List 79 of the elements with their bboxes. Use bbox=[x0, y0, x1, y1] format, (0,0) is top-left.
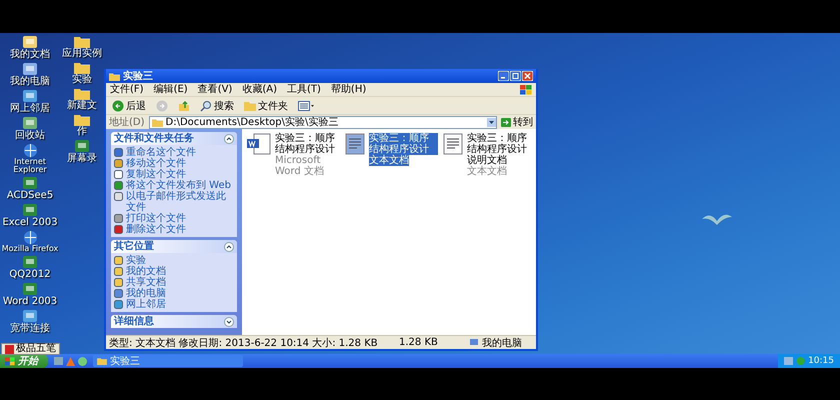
desktop-icon-label[interactable]: Mozilla Firefox bbox=[2, 245, 58, 253]
start-button[interactable]: 开始 bbox=[0, 354, 48, 368]
chevron-icon[interactable] bbox=[224, 316, 234, 326]
up-folder-button[interactable] bbox=[176, 100, 192, 112]
file-type: Microsoft Word 文档 bbox=[275, 155, 325, 177]
file-name[interactable]: 实验三：顺序结构程序设计 bbox=[369, 133, 438, 155]
chevron-icon[interactable] bbox=[224, 242, 234, 252]
desktop-icon-label[interactable]: 宽带连接 bbox=[10, 323, 50, 334]
text-document-icon[interactable] bbox=[344, 133, 366, 155]
panel-header[interactable]: 文件和文件夹任务 bbox=[111, 132, 237, 145]
desktop-icon-label[interactable]: 回收站 bbox=[15, 130, 45, 141]
desktop-icon-label[interactable]: 应用实例 bbox=[62, 48, 102, 59]
address-field[interactable]: D:\Documents\Desktop\实验\实验三 bbox=[148, 116, 497, 128]
menu-item[interactable]: 查看(V) bbox=[198, 84, 232, 96]
task-link[interactable]: 网上邻居 bbox=[126, 299, 166, 310]
go-button[interactable]: 转到 bbox=[501, 115, 533, 129]
desktop-icon-label[interactable]: 我的文档 bbox=[10, 49, 50, 60]
app-icon[interactable] bbox=[22, 282, 38, 296]
folders-button[interactable]: 文件夹 bbox=[242, 98, 290, 112]
task-link[interactable]: 删除这个文件 bbox=[126, 224, 186, 235]
task-link[interactable]: 共享文档 bbox=[126, 277, 166, 288]
desktop-icon-label[interactable]: 实验 bbox=[72, 74, 92, 85]
desktop-icon-label[interactable]: Internet Explorer bbox=[1, 158, 59, 174]
desktop-icon-label[interactable]: Excel 2003 bbox=[2, 217, 58, 228]
close-icon[interactable] bbox=[522, 71, 533, 81]
desktop-icon-label[interactable]: 作 bbox=[77, 126, 87, 137]
file-name[interactable]: 实验三：顺序结构程序设计说明文档 bbox=[467, 133, 536, 166]
app-icon[interactable] bbox=[22, 203, 38, 217]
clock: 10:15 bbox=[808, 356, 834, 366]
menu-item[interactable]: 帮助(H) bbox=[330, 84, 366, 96]
desktop-icon-label[interactable]: 新建文 bbox=[67, 100, 97, 111]
desktop-icon-label[interactable]: QQ2012 bbox=[9, 269, 51, 280]
task-link[interactable]: 实验 bbox=[126, 255, 146, 266]
text-document-icon[interactable] bbox=[442, 133, 464, 155]
desktop-icon-label[interactable]: 屏幕录 bbox=[67, 153, 97, 164]
status-size: 1.28 KB bbox=[399, 337, 439, 348]
task-link[interactable]: 以电子邮件形式发送此文件 bbox=[126, 191, 234, 213]
menu-item[interactable]: 编辑(E) bbox=[154, 84, 188, 96]
views-button[interactable] bbox=[296, 100, 316, 110]
task-link[interactable]: 将这个文件发布到 Web bbox=[126, 180, 231, 191]
status-details: 类型: 文本文档 修改日期: 2013-6-22 10:14 大小: 1.28 KB bbox=[109, 336, 379, 350]
word-document-icon[interactable] bbox=[246, 133, 272, 155]
desktop-icon-label[interactable]: 网上邻居 bbox=[10, 103, 50, 114]
status-location: 我的电脑 bbox=[482, 336, 522, 350]
ime-name[interactable]: 极品五笔 bbox=[16, 344, 56, 354]
app-icon[interactable] bbox=[22, 176, 38, 190]
file-name[interactable]: 实验三：顺序结构程序设计 bbox=[275, 133, 340, 155]
search-button[interactable]: 搜索 bbox=[198, 98, 236, 112]
address-label: 地址(D) bbox=[109, 116, 145, 129]
window-title: 实验三 bbox=[123, 69, 153, 83]
task-link[interactable]: 移动这个文件 bbox=[126, 158, 186, 169]
ime-logo-icon bbox=[5, 344, 14, 354]
chevron-icon[interactable] bbox=[224, 134, 234, 144]
panel-header[interactable]: 详细信息 bbox=[111, 315, 237, 328]
desktop-icon-label[interactable]: ACDSee5 bbox=[6, 190, 54, 201]
maximize-icon[interactable] bbox=[510, 71, 521, 81]
menu-item[interactable]: 文件(F) bbox=[110, 84, 144, 96]
back-button[interactable]: 后退 bbox=[110, 98, 148, 112]
taskbar-window-button[interactable]: 实验三 bbox=[93, 355, 243, 367]
file-type: 文本文档 bbox=[369, 155, 409, 166]
minimize-icon[interactable] bbox=[498, 71, 509, 81]
desktop-icon-label[interactable]: 我的电脑 bbox=[10, 76, 50, 87]
task-link[interactable]: 复制这个文件 bbox=[126, 169, 186, 180]
menu-item[interactable]: 工具(T) bbox=[287, 84, 321, 96]
go-arrow-icon bbox=[501, 118, 511, 126]
menu-item[interactable]: 收藏(A) bbox=[242, 84, 277, 96]
panel-header[interactable]: 其它位置 bbox=[111, 240, 237, 253]
task-link[interactable]: 我的文档 bbox=[126, 266, 166, 277]
app-icon[interactable] bbox=[74, 139, 90, 153]
desktop-icon-label[interactable]: Word 2003 bbox=[2, 296, 58, 307]
dropdown-arrow-icon[interactable] bbox=[487, 118, 496, 126]
windows-logo-icon bbox=[5, 356, 15, 366]
file-type: 文本文档 bbox=[467, 166, 507, 177]
task-link[interactable]: 我的电脑 bbox=[126, 288, 166, 299]
search-icon bbox=[200, 100, 212, 112]
app-icon[interactable] bbox=[22, 255, 38, 269]
task-link[interactable]: 打印这个文件 bbox=[126, 213, 186, 224]
task-link[interactable]: 重命名这个文件 bbox=[126, 147, 196, 158]
windows-logo-icon bbox=[520, 84, 532, 94]
